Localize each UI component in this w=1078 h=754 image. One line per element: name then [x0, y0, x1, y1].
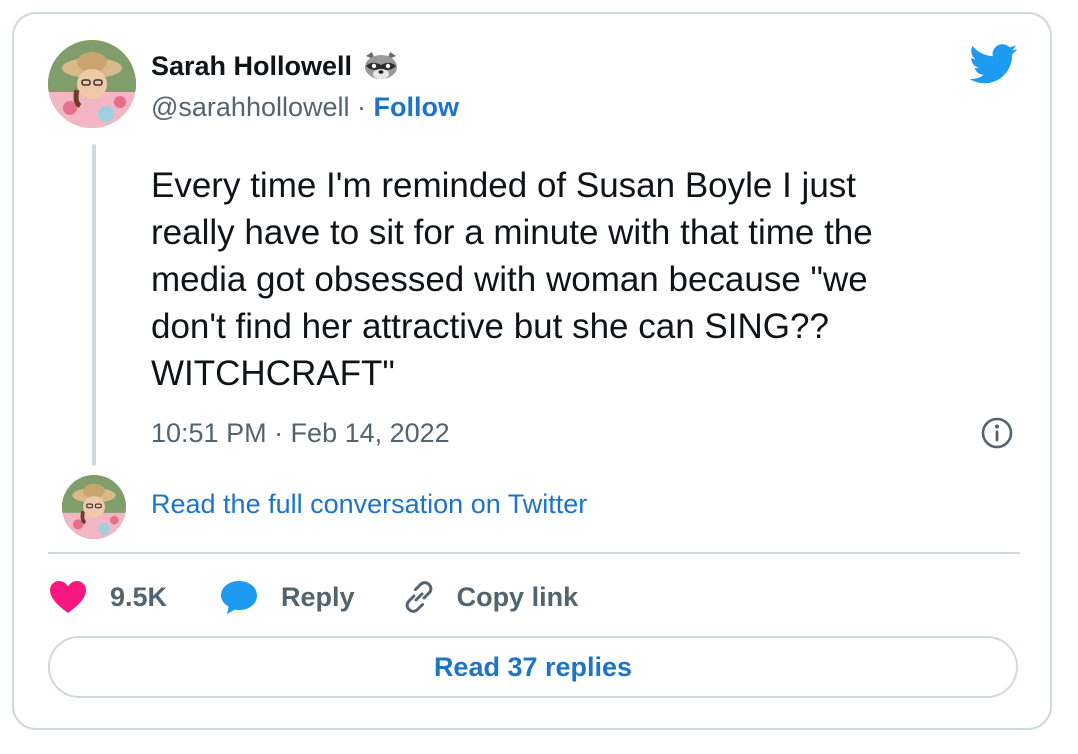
follow-button[interactable]: Follow — [374, 92, 459, 122]
tweet-text: Every time I'm reminded of Susan Boyle I… — [151, 166, 873, 393]
read-replies-button[interactable]: Read 37 replies — [48, 636, 1018, 698]
action-bar: 9.5K Reply Copy link — [48, 577, 578, 617]
reply-button[interactable]: Reply — [219, 579, 401, 615]
author-avatar[interactable] — [48, 40, 136, 128]
author-name[interactable]: Sarah Hollowell — [151, 51, 352, 82]
copy-link-label: Copy link — [456, 581, 579, 612]
like-button[interactable]: 9.5K — [48, 579, 219, 615]
link-icon — [405, 581, 432, 613]
twitter-bird-icon[interactable] — [970, 44, 1018, 84]
raccoon-emoji-icon — [365, 52, 398, 79]
conversation-avatar[interactable] — [62, 475, 126, 539]
avatar-photo-icon — [62, 475, 126, 539]
reply-label: Reply — [281, 581, 355, 612]
divider — [48, 552, 1020, 554]
tweet-embed-card: Sarah Hollowell @sarahhollowell · Follow… — [12, 12, 1052, 730]
author-name-row[interactable]: Sarah Hollowell — [151, 50, 400, 82]
info-icon[interactable] — [980, 416, 1014, 450]
handle-separator: · — [349, 92, 374, 122]
author-handle-row: @sarahhollowell · Follow — [151, 92, 459, 123]
heart-icon — [50, 581, 86, 613]
speech-bubble-icon — [221, 581, 258, 614]
author-handle[interactable]: @sarahhollowell — [151, 92, 350, 122]
thread-line — [92, 144, 96, 466]
read-full-conversation-link[interactable]: Read the full conversation on Twitter — [151, 489, 587, 520]
copy-link-button[interactable]: Copy link — [401, 579, 579, 615]
like-count: 9.5K — [110, 581, 168, 612]
tweet-timestamp[interactable]: 10:51 PM · Feb 14, 2022 — [151, 418, 450, 449]
avatar-photo-icon — [48, 40, 136, 128]
